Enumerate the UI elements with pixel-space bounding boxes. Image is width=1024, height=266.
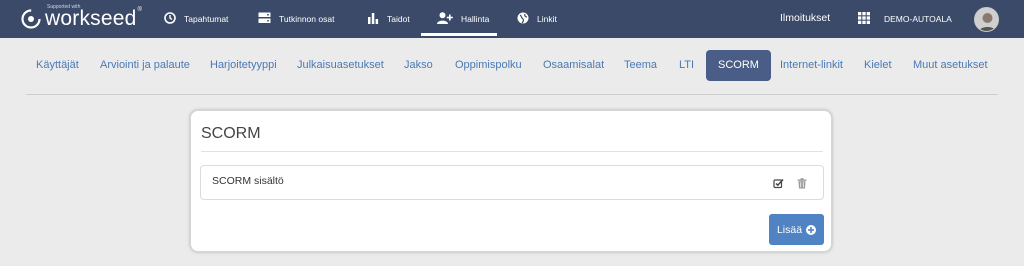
list-item: SCORM sisältö <box>200 165 824 200</box>
tab-osaamisalat[interactable]: Osaamisalat <box>543 50 604 81</box>
nav-item-label: Taidot <box>387 14 410 24</box>
tabs-divider <box>26 94 998 95</box>
tab-teema[interactable]: Teema <box>624 50 657 81</box>
nav-item-tapahtumat[interactable]: Tapahtumat <box>164 0 228 38</box>
admin-tabs: Käyttäjät Arviointi ja palaute Harjoitet… <box>0 50 1024 82</box>
nav-item-label: Linkit <box>537 14 557 24</box>
user-avatar[interactable] <box>974 7 999 32</box>
nav-item-label: Tapahtumat <box>184 14 229 24</box>
organization-menu[interactable]: DEMO-AUTOALA <box>858 0 952 38</box>
nav-item-label: Tutkinnon osat <box>279 14 335 24</box>
panel-divider <box>201 151 823 152</box>
tab-scorm[interactable]: SCORM <box>706 50 771 81</box>
scorm-panel: SCORM SCORM sisältö Lisää <box>190 110 832 252</box>
organization-name: DEMO-AUTOALA <box>884 14 952 24</box>
globe-icon <box>517 12 537 26</box>
tab-kielet[interactable]: Kielet <box>864 50 892 81</box>
tab-oppimispolku[interactable]: Oppimispolku <box>455 50 522 81</box>
logo-tagline: Supported with <box>47 4 81 10</box>
tab-internet-linkit[interactable]: Internet-linkit <box>780 50 843 81</box>
panel-title: SCORM <box>201 125 261 142</box>
list-item-label: SCORM sisältö <box>212 175 284 187</box>
trash-icon[interactable] <box>795 176 809 190</box>
workseed-logo-mark-icon <box>20 8 42 30</box>
nav-item-tutkinnon-osat[interactable]: Tutkinnon osat <box>258 0 334 38</box>
top-navbar: Supported with workseed® Tapahtumat Tutk… <box>0 0 1024 38</box>
tab-muut-asetukset[interactable]: Muut asetukset <box>913 50 988 81</box>
clock-icon <box>164 12 184 26</box>
tab-jakso[interactable]: Jakso <box>404 50 433 81</box>
nav-item-linkit[interactable]: Linkit <box>517 0 557 38</box>
notifications-link[interactable]: Ilmoitukset <box>780 12 830 24</box>
plus-circle-icon <box>806 224 817 235</box>
nav-item-hallinta[interactable]: Hallinta <box>420 0 498 38</box>
add-user-icon <box>437 12 461 26</box>
add-button-label: Lisää <box>776 223 803 236</box>
tab-lti[interactable]: LTI <box>679 50 694 81</box>
workseed-logo[interactable]: Supported with workseed® <box>20 4 143 32</box>
server-icon <box>258 12 279 26</box>
tab-harjoitetyyppi[interactable]: Harjoitetyyppi <box>210 50 277 81</box>
tab-kayttajat[interactable]: Käyttäjät <box>36 50 79 81</box>
nav-item-label: Hallinta <box>461 14 490 24</box>
bar-chart-icon <box>367 12 387 26</box>
logo-wordmark: workseed® <box>45 7 143 30</box>
edit-icon[interactable] <box>771 176 785 190</box>
add-button[interactable]: Lisää <box>769 214 824 245</box>
grid-icon <box>858 12 884 26</box>
nav-item-taidot[interactable]: Taidot <box>367 0 410 38</box>
tab-arviointi-ja-palaute[interactable]: Arviointi ja palaute <box>100 50 190 81</box>
tab-julkaisuasetukset[interactable]: Julkaisuasetukset <box>297 50 384 81</box>
